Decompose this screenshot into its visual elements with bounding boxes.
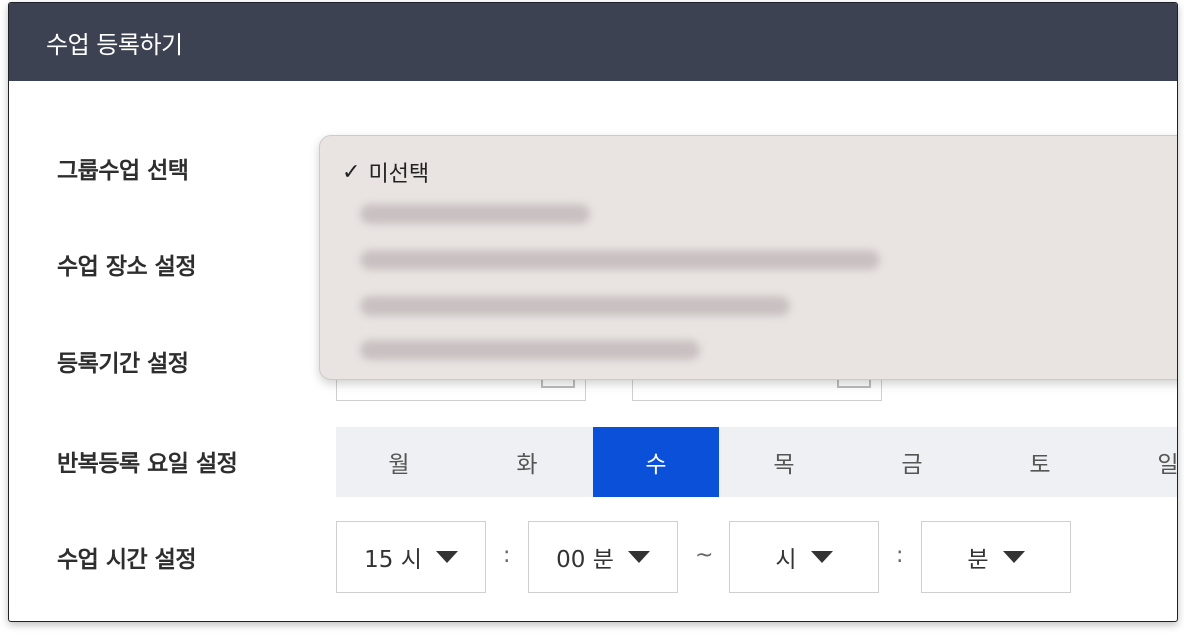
start-hour-value: 15 시 (364, 547, 422, 573)
day-wed[interactable]: 수 (593, 427, 719, 497)
day-sat[interactable]: 토 (977, 427, 1103, 497)
end-minute-value: 분 (967, 547, 989, 573)
class-time-label: 수업 시간 설정 (57, 547, 196, 573)
day-thu[interactable]: 목 (721, 427, 847, 497)
dropdown-arrow-icon (435, 551, 458, 563)
dialog-header: 수업 등록하기 (9, 3, 1177, 81)
end-hour-value: 시 (775, 547, 797, 573)
class-registration-dialog: 수업 등록하기 그룹수업 선택 수업 장소 설정 등록기간 설정 반복등록 요일… (8, 2, 1178, 622)
group-class-dropdown-menu: ✓ 미선택 (319, 135, 1177, 380)
class-place-label: 수업 장소 설정 (57, 254, 196, 280)
time-colon: : (503, 543, 511, 568)
time-range-tilde: ~ (695, 543, 714, 568)
dropdown-arrow-icon (1002, 551, 1025, 563)
dropdown-option-blurred[interactable] (360, 204, 590, 224)
day-sun[interactable]: 일 (1105, 427, 1177, 497)
time-colon: : (896, 543, 904, 568)
day-fri[interactable]: 금 (849, 427, 975, 497)
dropdown-arrow-icon (810, 551, 833, 563)
end-minute-select[interactable]: 분 (921, 521, 1071, 593)
dropdown-option-label: 미선택 (368, 162, 430, 187)
day-tue[interactable]: 화 (464, 427, 590, 497)
dropdown-arrow-icon (627, 551, 650, 563)
weekday-selector: 월 화 수 목 금 토 일 (336, 427, 1177, 497)
group-class-label: 그룹수업 선택 (57, 158, 189, 184)
repeat-days-label: 반복등록 요일 설정 (57, 451, 238, 477)
start-hour-select[interactable]: 15 시 (336, 521, 486, 593)
day-mon[interactable]: 월 (336, 427, 462, 497)
checkmark-icon: ✓ (342, 159, 361, 185)
start-minute-select[interactable]: 00 분 (528, 521, 678, 593)
dropdown-option-unselected[interactable]: ✓ 미선택 (342, 156, 429, 188)
start-minute-value: 00 분 (556, 547, 614, 573)
end-hour-select[interactable]: 시 (729, 521, 879, 593)
dropdown-option-blurred[interactable] (360, 340, 700, 360)
dialog-title: 수업 등록하기 (46, 31, 183, 59)
period-label: 등록기간 설정 (57, 351, 189, 377)
dropdown-option-blurred[interactable] (360, 296, 790, 316)
dropdown-option-blurred[interactable] (360, 250, 880, 270)
